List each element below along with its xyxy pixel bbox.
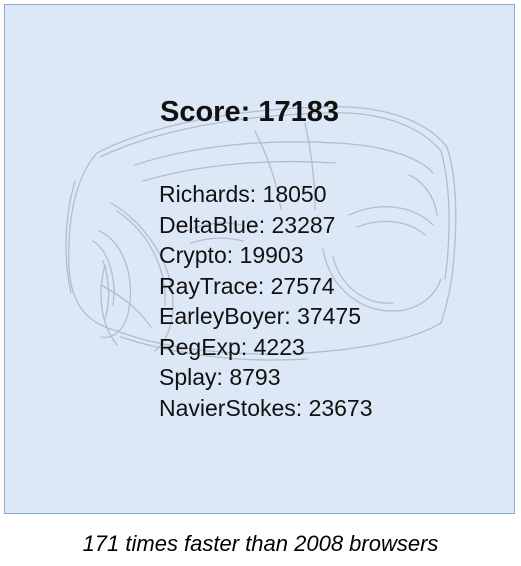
score-label: Score: xyxy=(160,96,251,128)
benchmark-result-earleyboyer: EarleyBoyer: 37475 xyxy=(159,303,362,329)
benchmark-result-crypto: Crypto: 19903 xyxy=(159,242,304,268)
benchmark-result-raytrace: RayTrace: 27574 xyxy=(159,272,335,299)
benchmark-result-richards: Richards: 18050 xyxy=(159,181,327,207)
benchmark-name: Richards xyxy=(159,181,250,207)
benchmark-score: 27574 xyxy=(270,272,335,299)
benchmark-result-splay: Splay: 8793 xyxy=(159,364,281,390)
benchmark-result-deltablue: DeltaBlue: 23287 xyxy=(159,211,336,238)
score-value: 17183 xyxy=(258,96,339,128)
caption: 171 times faster than 2008 browsers xyxy=(82,531,439,556)
benchmark-name: Crypto xyxy=(159,242,227,268)
benchmark-score: 23673 xyxy=(308,394,373,421)
benchmark-score: 4223 xyxy=(253,333,305,360)
benchmark-score: 37475 xyxy=(297,303,362,329)
benchmark-name: RayTrace xyxy=(159,272,258,299)
benchmark-score: 19903 xyxy=(239,242,304,268)
benchmark-score: 18050 xyxy=(262,181,327,207)
benchmark-name: NavierStokes xyxy=(159,394,296,421)
benchmark-name: EarleyBoyer xyxy=(159,303,285,329)
benchmark-score: 23287 xyxy=(271,211,336,238)
benchmark-result-navierstokes: NavierStokes: 23673 xyxy=(159,394,373,421)
benchmark-result-regexp: RegExp: 4223 xyxy=(159,333,305,360)
benchmark-name: Splay xyxy=(159,364,217,390)
page: Score: 17183 Richards: 18050 DeltaBlue: … xyxy=(0,0,521,566)
score-heading: Score: 17183 xyxy=(160,94,339,130)
benchmark-score: 8793 xyxy=(229,364,281,390)
benchmark-name: RegExp xyxy=(159,333,241,360)
benchmark-name: DeltaBlue xyxy=(159,211,259,238)
benchmark-result-panel: Score: 17183 Richards: 18050 DeltaBlue: … xyxy=(4,4,515,514)
benchmark-results-list: Richards: 18050 DeltaBlue: 23287 Crypto:… xyxy=(159,179,373,423)
